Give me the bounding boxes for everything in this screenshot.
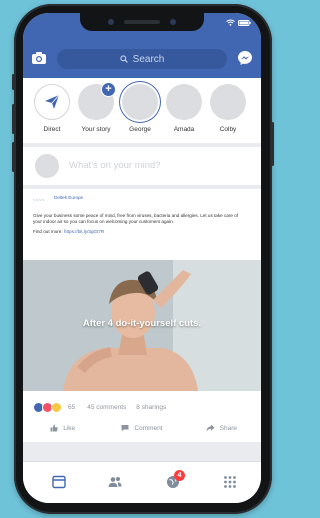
notifications-tab[interactable]: 4 — [165, 470, 185, 490]
battery-icon — [238, 19, 251, 26]
post-link[interactable]: https://bit.ly/3gGt7R — [64, 229, 104, 234]
story-label-amada: Amada — [173, 126, 195, 133]
feed-post: ~~~~ Deltek Europe Give your business so… — [23, 189, 261, 442]
share-button[interactable]: Share — [182, 419, 261, 437]
share-icon — [206, 424, 215, 432]
like-label: Like — [63, 424, 76, 432]
story-colby[interactable]: Colby — [208, 84, 248, 133]
sensor — [170, 19, 176, 25]
menu-grid-tab-icon[interactable] — [222, 474, 238, 490]
post-photo[interactable]: After 4 do-it-yourself cuts. — [23, 260, 261, 391]
post-body: Give your business some peace of mind, f… — [33, 213, 245, 240]
reaction-count: 65 — [68, 403, 76, 411]
friends-tab-icon[interactable] — [107, 474, 123, 490]
story-label-george: George — [129, 126, 151, 133]
story-george[interactable]: George — [120, 84, 160, 133]
search-label: Search — [132, 53, 165, 65]
story-label-direct: Direct — [43, 126, 61, 133]
volume-down-button — [12, 142, 15, 172]
speaker — [124, 20, 160, 24]
status-icons — [226, 19, 251, 26]
wifi-icon — [226, 19, 235, 26]
share-label: Share — [219, 424, 237, 432]
story-your-story[interactable]: + Your story — [76, 82, 116, 133]
status-composer[interactable]: What's on your mind? — [23, 147, 261, 185]
reaction-stats[interactable]: 65 45 comments 8 sharings — [33, 401, 253, 413]
power-button — [271, 122, 274, 166]
wow-reaction-icon — [51, 401, 62, 413]
share-count[interactable]: 8 sharings — [136, 404, 166, 411]
photo-caption: After 4 do-it-yourself cuts. — [82, 318, 202, 329]
post-actions: Like Comment Share — [23, 419, 261, 437]
bottom-tab-bar: 4 — [23, 461, 261, 503]
comment-count[interactable]: 45 comments — [87, 404, 126, 411]
add-story-icon[interactable]: + — [101, 82, 116, 97]
news-feed-tab-icon[interactable] — [51, 474, 67, 490]
direct-send-icon — [45, 94, 60, 109]
notch — [80, 13, 204, 31]
comment-icon — [121, 425, 129, 432]
page-name[interactable]: Deltek Europe — [54, 195, 83, 200]
camera-icon[interactable] — [31, 51, 47, 65]
volume-up-button — [12, 104, 15, 134]
post-link-line: Find out more: https://bit.ly/3gGt7R — [33, 229, 245, 235]
story-label-colby: Colby — [219, 126, 237, 133]
story-amada[interactable]: Amada — [164, 84, 204, 133]
avatar — [35, 154, 59, 178]
search-row: Search — [23, 47, 261, 71]
post-text: Give your business some peace of mind, f… — [33, 213, 239, 225]
search-icon — [120, 55, 128, 63]
messenger-icon[interactable] — [237, 50, 253, 66]
post-link-prefix: Find out more: — [33, 229, 64, 235]
page-logo[interactable]: ~~~~ — [33, 198, 49, 204]
story-label-your-story: Your story — [81, 126, 111, 133]
top-bar: Search — [23, 13, 261, 78]
comment-button[interactable]: Comment — [102, 419, 181, 437]
your-story-circle: + — [78, 82, 116, 120]
story-direct[interactable]: Direct — [32, 84, 72, 133]
reaction-icons — [33, 401, 62, 413]
mute-switch — [12, 74, 15, 90]
search-bar[interactable]: Search — [57, 49, 227, 69]
front-camera — [108, 19, 114, 25]
thumbs-up-icon — [50, 424, 58, 432]
comment-label: Comment — [134, 424, 163, 432]
notification-badge: 4 — [174, 470, 185, 481]
composer-prompt[interactable]: What's on your mind? — [69, 160, 161, 171]
phone-screen: Search Direct + Your story George Amada … — [23, 13, 261, 503]
amada-circle — [166, 84, 202, 120]
colby-circle — [210, 84, 246, 120]
george-circle — [122, 84, 158, 120]
like-button[interactable]: Like — [23, 419, 102, 437]
direct-circle — [34, 84, 70, 120]
stories-row: Direct + Your story George Amada Colby — [23, 78, 261, 143]
